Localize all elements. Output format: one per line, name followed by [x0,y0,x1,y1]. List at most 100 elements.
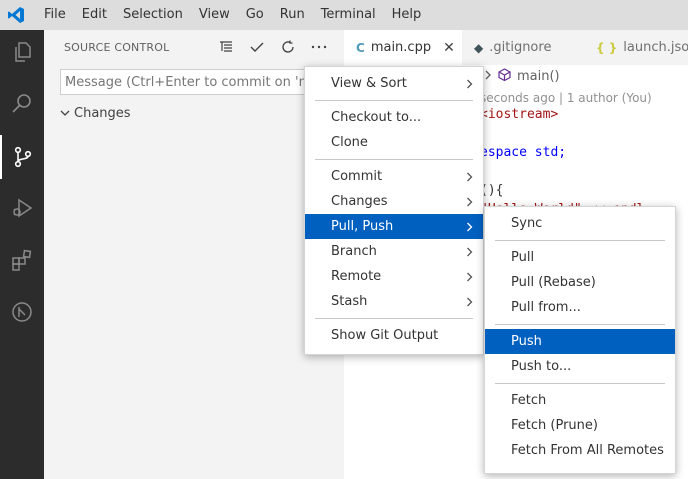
menu-item-branch[interactable]: Branch [305,239,483,264]
menu-item-label: Pull, Push [331,219,394,234]
gitignore-file-icon: ◆ [474,40,484,55]
menu-item-sync[interactable]: Sync [485,211,675,236]
pull-push-submenu: Sync Pull Pull (Rebase) Pull from... Pus… [484,206,676,474]
menu-item-label: Branch [331,244,377,259]
menu-item-push[interactable]: Push [485,329,675,354]
menu-item-checkout[interactable]: Checkout to... [305,105,483,130]
refresh-icon[interactable] [274,36,302,58]
vscode-logo-icon [2,0,30,30]
menu-item-label: Fetch (Prune) [511,418,598,433]
menu-selection[interactable]: Selection [115,0,191,30]
menu-separator [315,100,473,101]
menu-item-label: Pull (Rebase) [511,275,596,290]
menu-item-clone[interactable]: Clone [305,130,483,155]
run-debug-icon[interactable] [0,186,44,230]
explorer-icon[interactable] [0,30,44,74]
commit-message-box [60,69,322,95]
menu-view[interactable]: View [191,0,238,30]
menu-item-fetch-all-remotes[interactable]: Fetch From All Remotes [485,438,675,463]
menu-help[interactable]: Help [384,0,430,30]
menu-item-fetch-prune[interactable]: Fetch (Prune) [485,413,675,438]
menu-item-pull-rebase[interactable]: Pull (Rebase) [485,270,675,295]
title-bar: File Edit Selection View Go Run Terminal… [0,0,688,30]
code-line: espace std; [480,145,566,160]
chevron-down-icon [58,106,72,120]
editor-tabs: C main.cpp ✕ ◆ .gitignore { } launch.jso… [344,30,688,65]
menu-item-label: Fetch From All Remotes [511,443,664,458]
source-control-icon[interactable] [0,135,44,179]
menu-item-label: Clone [331,135,368,150]
json-file-icon: { } [596,40,618,55]
activity-bar [0,30,44,479]
menu-item-fetch[interactable]: Fetch [485,388,675,413]
menu-item-pull-from[interactable]: Pull from... [485,295,675,320]
source-control-context-menu: View & Sort Checkout to... Clone Commit … [304,66,484,355]
menu-item-label: Commit [331,169,383,184]
menu-item-label: Fetch [511,393,547,408]
menu-run[interactable]: Run [272,0,313,30]
git-blame-codelens: seconds ago | 1 author (You) [480,91,652,105]
panel-header: SOURCE CONTROL [44,30,344,65]
chevron-right-icon [484,69,492,84]
menu-item-pull[interactable]: Pull [485,245,675,270]
menu-item-changes[interactable]: Changes [305,189,483,214]
more-actions-icon[interactable] [305,36,333,58]
menu-item-stash[interactable]: Stash [305,289,483,314]
menu-item-remote[interactable]: Remote [305,264,483,289]
menu-item-view-sort[interactable]: View & Sort [305,71,483,96]
menu-item-label: Pull [511,250,535,265]
extensions-icon[interactable] [0,238,44,282]
menu-item-label: Sync [511,216,543,231]
menu-item-commit[interactable]: Commit [305,164,483,189]
menu-go[interactable]: Go [238,0,272,30]
menu-item-label: Stash [331,294,368,309]
code-line: <iostream> [480,107,559,122]
search-icon[interactable] [0,82,44,126]
chevron-right-icon [466,164,473,189]
tab-label: .gitignore [489,40,552,55]
menu-item-pull-push[interactable]: Pull, Push [305,214,483,239]
view-as-tree-icon[interactable] [212,36,240,58]
menu-item-label: View & Sort [331,76,407,91]
cpp-file-icon: C [356,40,365,55]
breadcrumb-symbol: main() [517,69,560,84]
method-icon [498,68,511,85]
breadcrumb[interactable]: main() [484,68,560,85]
menu-item-label: Pull from... [511,300,581,315]
menu-separator [315,318,473,319]
chevron-right-icon [466,289,473,314]
menu-separator [495,240,665,241]
chevron-right-icon [466,71,473,96]
chevron-right-icon [466,214,473,239]
tab-gitignore[interactable]: ◆ .gitignore [462,30,580,65]
menu-file[interactable]: File [36,0,74,30]
menu-separator [495,324,665,325]
menu-item-label: Push to... [511,359,572,374]
code-text: espace std; [480,145,567,160]
chevron-right-icon [466,264,473,289]
tab-label: launch.json [623,40,688,55]
menu-terminal[interactable]: Terminal [313,0,384,30]
close-icon[interactable]: ✕ [443,40,455,56]
menu-item-push-to[interactable]: Push to... [485,354,675,379]
menu-edit[interactable]: Edit [74,0,115,30]
tab-main-cpp[interactable]: C main.cpp ✕ [344,30,462,65]
menu-item-label: Show Git Output [331,328,439,343]
menu-bar: File Edit Selection View Go Run Terminal… [36,0,429,30]
tab-launch-json[interactable]: { } launch.json [584,30,688,65]
source-control-panel: SOURCE CONTROL Message (Ctrl+Enter to co… [44,30,344,479]
tab-label: main.cpp [370,40,432,55]
menu-item-label: Checkout to... [331,110,422,125]
changes-group-header[interactable]: Changes [58,102,131,124]
commit-message-input[interactable] [61,70,321,94]
menu-item-show-git-output[interactable]: Show Git Output [305,323,483,348]
menu-item-label: Remote [331,269,382,284]
menu-item-label: Push [511,334,542,349]
panel-actions [212,36,336,58]
menu-separator [315,159,473,160]
commit-check-icon[interactable] [243,36,271,58]
git-graph-icon[interactable] [0,290,44,334]
panel-title: SOURCE CONTROL [64,41,170,54]
chevron-right-icon [466,239,473,264]
menu-item-label: Changes [331,194,388,209]
